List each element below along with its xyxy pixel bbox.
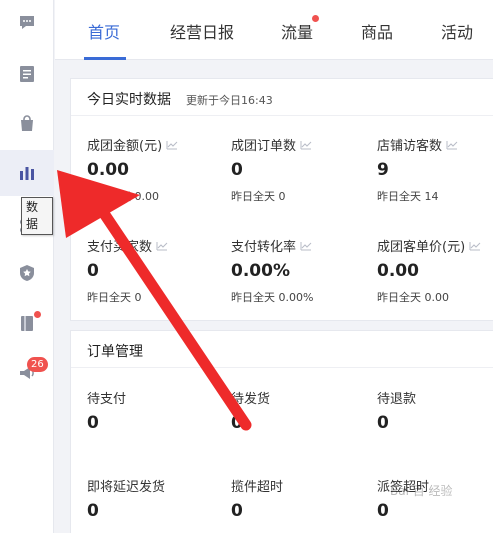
metric-label: 支付转化率 bbox=[231, 236, 312, 255]
metric-yesterday: 昨日全天 0.00% bbox=[231, 291, 314, 304]
order-count: 0 bbox=[231, 501, 243, 521]
sidebar-item-messages[interactable] bbox=[0, 0, 54, 46]
card-header: 今日实时数据 更新于今日16:43 bbox=[71, 79, 493, 116]
trend-chart-icon bbox=[446, 140, 458, 149]
top-tabs: 首页 经营日报 流量 商品 活动 bbox=[55, 0, 493, 60]
order-count: 0 bbox=[377, 501, 389, 521]
notification-dot bbox=[34, 311, 41, 318]
tab-home[interactable]: 首页 bbox=[88, 19, 120, 43]
card-title: 订单管理 bbox=[87, 344, 143, 360]
metric-yesterday: 昨日全天 0.00 bbox=[377, 291, 449, 304]
card-title: 今日实时数据 bbox=[87, 92, 171, 108]
metric-yesterday: 昨日全天 0.00 bbox=[87, 190, 159, 203]
order-label: 待支付 bbox=[87, 392, 127, 407]
active-tab-indicator bbox=[84, 57, 126, 60]
notification-badge: 26 bbox=[27, 357, 48, 372]
metric-label: 支付买家数 bbox=[87, 236, 168, 255]
realtime-data-card: 今日实时数据 更新于今日16:43 成团金额(元) 0.00 昨日全天 0.00… bbox=[70, 78, 493, 321]
metric-value: 0 bbox=[231, 160, 243, 180]
metric-yesterday: 昨日全天 14 bbox=[377, 190, 439, 203]
sidebar-item-goods[interactable] bbox=[0, 100, 54, 146]
card-header: 订单管理 bbox=[71, 331, 493, 368]
metric-value: 0.00 bbox=[377, 261, 419, 281]
order-management-card: 订单管理 待支付 0 待发货 0 待退款 0 即将延迟发货 0 揽件超时 0 派… bbox=[70, 330, 493, 533]
order-label: 即将延迟发货 bbox=[87, 480, 166, 495]
trend-chart-icon bbox=[156, 241, 168, 250]
chat-icon bbox=[20, 16, 34, 29]
order-count: 0 bbox=[231, 413, 243, 433]
metric-value: 0.00% bbox=[231, 261, 290, 281]
metric-label: 成团金额(元) bbox=[87, 135, 178, 154]
sidebar-item-data[interactable] bbox=[0, 150, 54, 196]
sidebar-item-security[interactable] bbox=[0, 250, 54, 296]
shopping-bag-icon bbox=[21, 115, 33, 131]
tab-activities[interactable]: 活动 bbox=[441, 19, 473, 43]
trend-chart-icon bbox=[300, 241, 312, 250]
metric-value: 9 bbox=[377, 160, 389, 180]
metric-label: 成团订单数 bbox=[231, 135, 312, 154]
book-icon bbox=[21, 316, 33, 331]
order-count: 0 bbox=[87, 501, 99, 521]
sidebar-item-learning[interactable] bbox=[0, 300, 54, 346]
updated-time: 更新于今日16:43 bbox=[186, 94, 273, 107]
metric-yesterday: 昨日全天 0 bbox=[231, 190, 286, 203]
sidebar: 26 数据 bbox=[0, 0, 54, 533]
metric-value: 0.00 bbox=[87, 160, 129, 180]
watermark: Bai 百 经验 bbox=[390, 484, 453, 498]
tab-products[interactable]: 商品 bbox=[361, 19, 393, 43]
bar-chart-icon bbox=[20, 167, 34, 180]
order-label: 待退款 bbox=[377, 392, 417, 407]
tab-traffic[interactable]: 流量 bbox=[281, 19, 313, 43]
order-count: 0 bbox=[87, 413, 99, 433]
order-label: 揽件超时 bbox=[231, 480, 284, 495]
sidebar-tooltip: 数据 bbox=[21, 197, 53, 235]
tab-daily-report[interactable]: 经营日报 bbox=[170, 19, 234, 43]
tab-traffic-dot bbox=[312, 15, 319, 22]
metric-label: 店铺访客数 bbox=[377, 135, 458, 154]
trend-chart-icon bbox=[166, 140, 178, 149]
metric-label: 成团客单价(元) bbox=[377, 236, 481, 255]
order-count: 0 bbox=[377, 413, 389, 433]
order-label: 待发货 bbox=[231, 392, 271, 407]
metric-yesterday: 昨日全天 0 bbox=[87, 291, 142, 304]
document-icon bbox=[20, 66, 34, 82]
shield-icon bbox=[20, 265, 34, 281]
trend-chart-icon bbox=[469, 241, 481, 250]
sidebar-item-orders[interactable] bbox=[0, 51, 54, 97]
trend-chart-icon bbox=[300, 140, 312, 149]
sidebar-item-announcements[interactable]: 26 bbox=[0, 350, 54, 396]
metric-value: 0 bbox=[87, 261, 99, 281]
